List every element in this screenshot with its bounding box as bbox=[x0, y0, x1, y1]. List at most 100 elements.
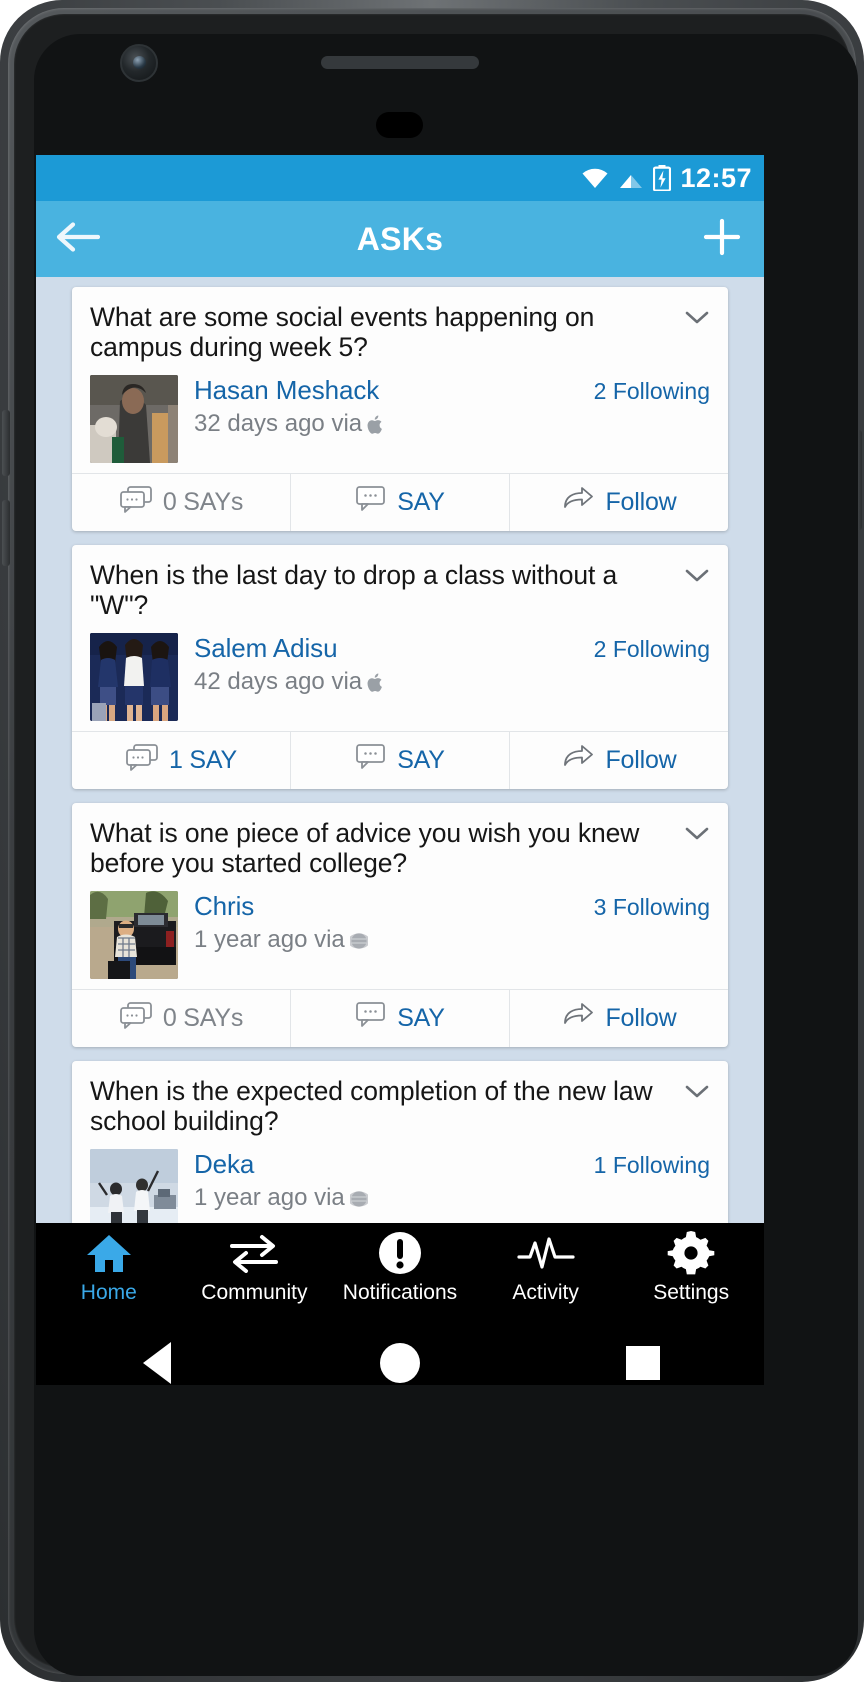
status-time: 12:57 bbox=[680, 162, 752, 193]
status-bar: 12:57 bbox=[36, 155, 764, 201]
home-circle-icon bbox=[379, 1343, 420, 1383]
timestamp-text: 1 year ago via bbox=[194, 925, 345, 953]
says-stack-icon bbox=[119, 485, 153, 520]
ask-card[interactable]: When is the last day to drop a class wit… bbox=[72, 544, 728, 789]
ask-card-header: What are some social events happening on… bbox=[72, 287, 728, 473]
ask-card-header: When is the last day to drop a class wit… bbox=[72, 545, 728, 731]
chevron-down-icon[interactable] bbox=[682, 563, 712, 587]
tab-home[interactable]: Home bbox=[36, 1231, 182, 1305]
avatar[interactable] bbox=[90, 890, 178, 979]
ask-question: When is the expected completion of the n… bbox=[90, 1075, 653, 1136]
ask-card[interactable]: What is one piece of advice you wish you… bbox=[72, 802, 728, 1047]
sensor-pill bbox=[376, 112, 423, 138]
say-button[interactable]: SAY bbox=[290, 473, 509, 531]
front-camera-icon bbox=[120, 44, 158, 82]
tab-home-label: Home bbox=[80, 1281, 137, 1304]
system-recents-button[interactable] bbox=[583, 1319, 703, 1385]
follow-share-icon bbox=[561, 1002, 595, 1035]
author-name[interactable]: Salem Adisu bbox=[194, 633, 338, 664]
says-count-button[interactable]: 0 SAYs bbox=[72, 474, 290, 531]
ask-card[interactable]: What are some social events happening on… bbox=[72, 287, 728, 531]
bottom-tab-bar: Home Community Notifications Activity Se… bbox=[36, 1223, 764, 1319]
following-count[interactable]: 2 Following bbox=[584, 636, 710, 663]
ask-question: What are some social events happening on… bbox=[90, 302, 595, 362]
avatar[interactable] bbox=[90, 1148, 178, 1223]
system-navigation-bar bbox=[36, 1319, 764, 1385]
back-arrow-icon bbox=[56, 221, 101, 258]
says-count-button[interactable]: 0 SAYs bbox=[72, 990, 290, 1047]
add-ask-button[interactable] bbox=[680, 201, 764, 277]
avatar[interactable] bbox=[90, 632, 178, 721]
author-name[interactable]: Hasan Meshack bbox=[194, 375, 379, 406]
chevron-down-icon[interactable] bbox=[682, 305, 712, 329]
says-count-label: 1 SAY bbox=[168, 745, 238, 774]
back-button[interactable] bbox=[36, 201, 120, 277]
wifi-icon bbox=[581, 167, 609, 189]
chevron-down-icon[interactable] bbox=[682, 1079, 712, 1103]
volume-up-button[interactable] bbox=[2, 410, 10, 476]
ask-author-row: Hasan Meshack 2 Following 32 days ago vi… bbox=[90, 374, 710, 463]
follow-button[interactable]: Follow bbox=[509, 731, 728, 789]
ask-question: What is one piece of advice you wish you… bbox=[90, 817, 640, 878]
say-bubble-icon bbox=[355, 743, 387, 778]
ask-card[interactable]: When is the expected completion of the n… bbox=[72, 1060, 728, 1223]
earpiece-speaker bbox=[321, 56, 479, 69]
follow-label: Follow bbox=[605, 487, 677, 516]
app-bar: ASKs bbox=[36, 201, 764, 277]
timestamp-text: 1 year ago via bbox=[194, 1183, 345, 1211]
follow-share-icon bbox=[561, 486, 595, 519]
pulse-icon bbox=[516, 1231, 575, 1275]
tab-community[interactable]: Community bbox=[182, 1231, 328, 1305]
following-count[interactable]: 3 Following bbox=[584, 894, 710, 921]
say-label: SAY bbox=[397, 745, 445, 774]
cellular-signal-icon bbox=[618, 167, 644, 189]
system-home-button[interactable] bbox=[340, 1319, 460, 1385]
says-count-label: 0 SAYs bbox=[162, 487, 244, 516]
battery-charging-icon bbox=[653, 165, 672, 192]
author-name[interactable]: Chris bbox=[194, 891, 254, 922]
ask-card-header: When is the expected completion of the n… bbox=[72, 1061, 728, 1223]
say-label: SAY bbox=[397, 487, 445, 516]
exchange-icon bbox=[228, 1231, 280, 1275]
avatar[interactable] bbox=[90, 374, 178, 463]
follow-button[interactable]: Follow bbox=[509, 473, 728, 531]
phone-screen: 12:57 ASKs What are some social events h… bbox=[36, 155, 764, 1385]
page-title: ASKs bbox=[356, 220, 444, 257]
follow-share-icon bbox=[561, 744, 595, 777]
say-button[interactable]: SAY bbox=[290, 989, 509, 1047]
globe-icon bbox=[347, 930, 370, 950]
apple-icon bbox=[367, 414, 385, 434]
apple-icon bbox=[367, 672, 385, 692]
say-bubble-icon bbox=[355, 485, 387, 520]
tab-notifications[interactable]: Notifications bbox=[327, 1231, 473, 1305]
tab-activity[interactable]: Activity bbox=[473, 1231, 619, 1305]
plus-icon bbox=[702, 217, 742, 262]
globe-icon bbox=[347, 1188, 370, 1208]
follow-button[interactable]: Follow bbox=[509, 989, 728, 1047]
ask-question: When is the last day to drop a class wit… bbox=[90, 559, 618, 620]
system-back-button[interactable] bbox=[97, 1319, 217, 1385]
says-count-button[interactable]: 1 SAY bbox=[72, 732, 290, 789]
tab-settings-label: Settings bbox=[653, 1281, 730, 1304]
tab-settings[interactable]: Settings bbox=[618, 1231, 764, 1305]
phone-frame: 12:57 ASKs What are some social events h… bbox=[0, 0, 864, 1682]
timestamp: 1 year ago via bbox=[194, 926, 710, 954]
volume-down-button[interactable] bbox=[2, 500, 10, 566]
follow-label: Follow bbox=[605, 745, 677, 774]
says-count-label: 0 SAYs bbox=[162, 1003, 244, 1032]
following-count[interactable]: 1 Following bbox=[584, 1152, 710, 1179]
ask-author-row: Chris 3 Following 1 year ago via bbox=[90, 890, 710, 979]
author-name[interactable]: Deka bbox=[194, 1149, 254, 1180]
says-stack-icon bbox=[125, 743, 159, 778]
say-bubble-icon bbox=[355, 1001, 387, 1036]
ask-card-header: What is one piece of advice you wish you… bbox=[72, 803, 728, 989]
follow-label: Follow bbox=[605, 1003, 677, 1032]
ask-feed-list[interactable]: What are some social events happening on… bbox=[36, 277, 764, 1223]
tab-notifications-label: Notifications bbox=[342, 1281, 458, 1304]
tab-activity-label: Activity bbox=[512, 1281, 579, 1304]
say-button[interactable]: SAY bbox=[290, 731, 509, 789]
back-triangle-icon bbox=[143, 1342, 172, 1384]
ask-meta: Deka 1 Following 1 year ago via bbox=[194, 1149, 710, 1212]
following-count[interactable]: 2 Following bbox=[584, 378, 710, 405]
chevron-down-icon[interactable] bbox=[682, 821, 712, 845]
